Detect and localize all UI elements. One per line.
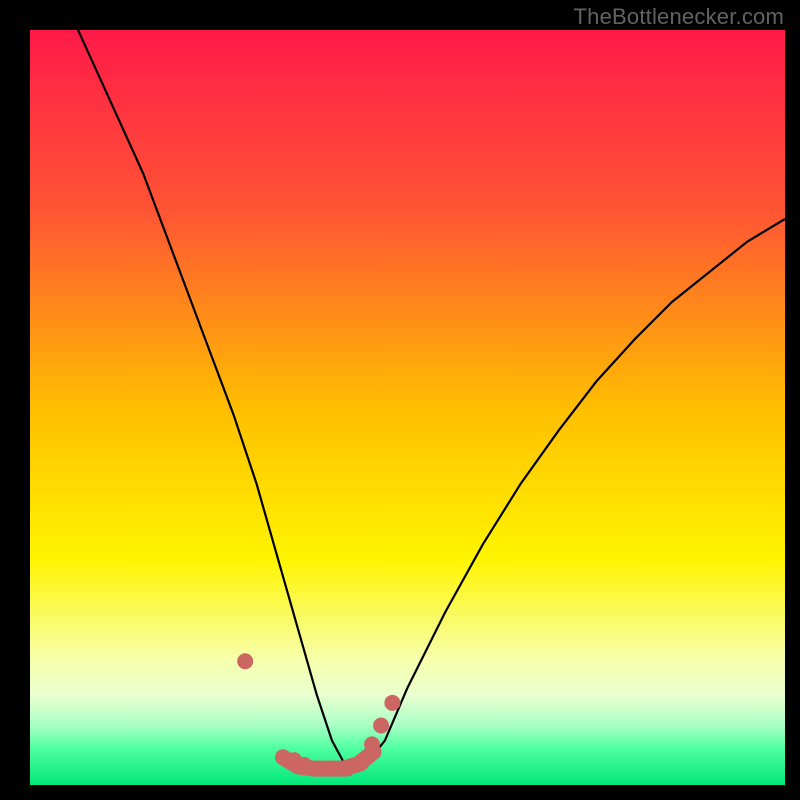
watermark-text: TheBottlenecker.com [574,4,784,30]
highlight-dot [324,761,340,777]
chart-frame: TheBottlenecker.com [0,0,800,800]
highlight-dot [384,695,400,711]
highlight-dot [237,653,253,669]
highlight-dot [353,755,369,771]
chart-svg [30,30,785,785]
plot-area [30,30,785,785]
highlight-dot [364,736,380,752]
gradient-background [30,30,785,785]
highlight-dot [373,718,389,734]
highlight-dot [309,761,325,777]
